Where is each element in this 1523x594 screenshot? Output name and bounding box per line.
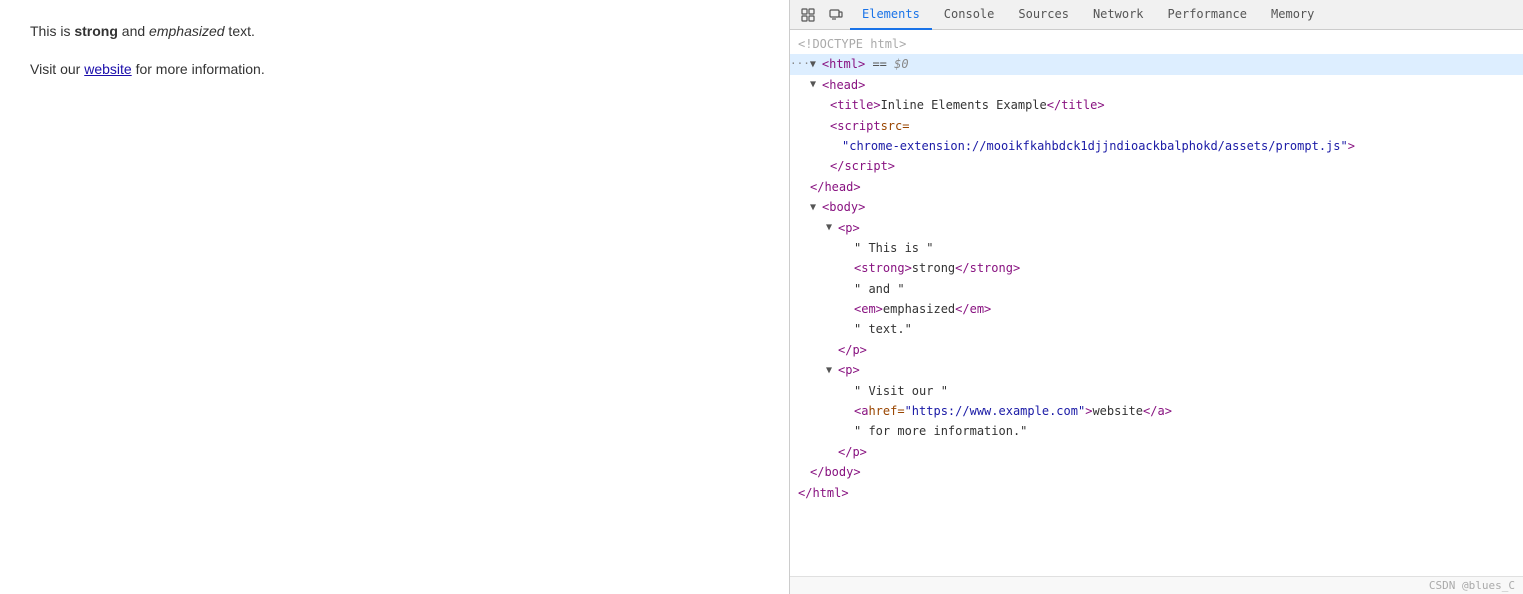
tab-sources[interactable]: Sources: [1006, 0, 1081, 30]
dom-strong: <strong>strong</strong>: [790, 258, 1523, 278]
dom-script-open: <script src=: [790, 116, 1523, 136]
dom-p2-text1: " Visit our ": [790, 381, 1523, 401]
webpage-preview: This is strong and emphasized text. Visi…: [0, 0, 790, 594]
cursor-icon[interactable]: [794, 1, 822, 29]
device-icon[interactable]: [822, 1, 850, 29]
p1-middle: and: [118, 23, 149, 39]
dom-p1-text1: " This is ": [790, 238, 1523, 258]
tab-performance[interactable]: Performance: [1156, 0, 1259, 30]
p1-after: text.: [225, 23, 255, 39]
dom-p2-close: </p>: [790, 442, 1523, 462]
dom-title: <title>Inline Elements Example</title>: [790, 95, 1523, 115]
dom-p1-text2: " and ": [790, 279, 1523, 299]
dom-html-close: </html>: [790, 483, 1523, 503]
paragraph-1: This is strong and emphasized text.: [30, 20, 759, 42]
dom-doctype: <!DOCTYPE html>: [790, 34, 1523, 54]
dom-p2-text2: " for more information.": [790, 421, 1523, 441]
p1-strong: strong: [74, 23, 118, 39]
footer-text: CSDN @blues_C: [1429, 579, 1515, 592]
tab-elements[interactable]: Elements: [850, 0, 932, 30]
tab-memory[interactable]: Memory: [1259, 0, 1326, 30]
dom-script-close: </script>: [790, 156, 1523, 176]
dom-body[interactable]: ▼ <body>: [790, 197, 1523, 217]
devtools-panel: Elements Console Sources Network Perform…: [790, 0, 1523, 594]
devtools-toolbar: Elements Console Sources Network Perform…: [790, 0, 1523, 30]
devtools-tabs: Elements Console Sources Network Perform…: [850, 0, 1326, 30]
tab-network[interactable]: Network: [1081, 0, 1156, 30]
devtools-footer: CSDN @blues_C: [790, 576, 1523, 594]
p2-before: Visit our: [30, 61, 84, 77]
dom-anchor: <a href="https://www.example.com">websit…: [790, 401, 1523, 421]
dom-head[interactable]: ▼ <head>: [790, 75, 1523, 95]
dom-p1[interactable]: ▼ <p>: [790, 218, 1523, 238]
p1-before: This is: [30, 23, 74, 39]
p2-after: for more information.: [132, 61, 265, 77]
dom-head-close: </head>: [790, 177, 1523, 197]
p1-em: emphasized: [149, 23, 225, 39]
dom-em: <em>emphasized</em>: [790, 299, 1523, 319]
dom-body-close: </body>: [790, 462, 1523, 482]
dom-p1-close: </p>: [790, 340, 1523, 360]
p2-link[interactable]: website: [84, 61, 131, 77]
paragraph-2: Visit our website for more information.: [30, 58, 759, 80]
dom-html[interactable]: ··· ▼ <html> == $0: [790, 54, 1523, 74]
dom-tree[interactable]: <!DOCTYPE html> ··· ▼ <html> == $0 ▼ <he…: [790, 30, 1523, 576]
tab-console[interactable]: Console: [932, 0, 1007, 30]
dom-script-src: "chrome-extension://mooikfkahbdck1djjndi…: [790, 136, 1523, 156]
dom-p1-text3: " text.": [790, 319, 1523, 339]
dom-p2[interactable]: ▼ <p>: [790, 360, 1523, 380]
